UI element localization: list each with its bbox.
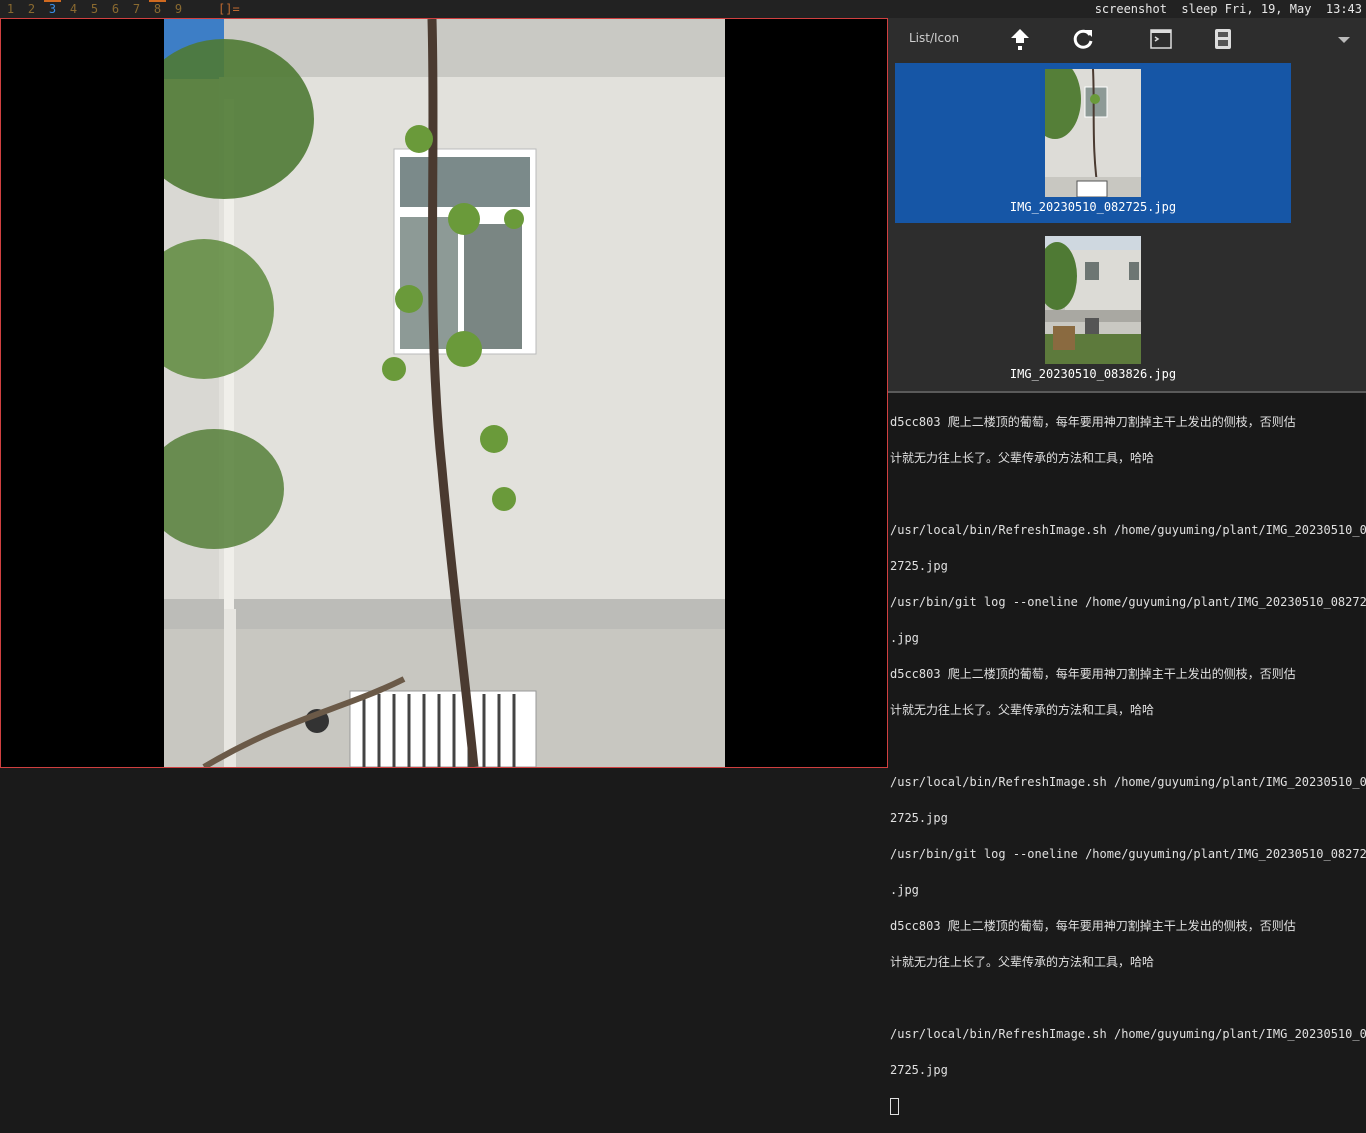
file-item[interactable]: IMG_20230510_082725.jpg bbox=[895, 63, 1291, 223]
refresh-icon[interactable] bbox=[1071, 27, 1095, 51]
photo-image bbox=[164, 19, 725, 767]
terminal-line: .jpg bbox=[890, 631, 919, 645]
tag-4[interactable]: 4 bbox=[63, 0, 84, 18]
terminal-output[interactable]: d5cc803 爬上二楼顶的葡萄，每年要用神刀割掉主干上发出的侧枝，否则估 计就… bbox=[888, 393, 1366, 1115]
terminal-line: ​ bbox=[890, 485, 1364, 503]
go-up-icon[interactable] bbox=[1008, 27, 1032, 51]
tag-5[interactable]: 5 bbox=[84, 0, 105, 18]
terminal-line: 2725.jpg bbox=[890, 559, 948, 573]
tag-6[interactable]: 6 bbox=[105, 0, 126, 18]
chevron-down-icon[interactable] bbox=[1332, 27, 1356, 51]
terminal-line: /usr/bin/git log --oneline /home/guyumin… bbox=[890, 595, 1366, 609]
file-thumbnail bbox=[1045, 69, 1141, 197]
terminal-icon[interactable] bbox=[1149, 27, 1173, 51]
file-name-label: IMG_20230510_083826.jpg bbox=[1009, 367, 1177, 381]
terminal-cursor bbox=[890, 1098, 899, 1115]
tag-3[interactable]: 3 bbox=[42, 0, 63, 18]
terminal-line: /usr/local/bin/RefreshImage.sh /home/guy… bbox=[890, 775, 1366, 789]
terminal-line: /usr/bin/git log --oneline /home/guyumin… bbox=[890, 847, 1366, 861]
file-thumbnail bbox=[1045, 236, 1141, 364]
terminal-line: ​ bbox=[890, 989, 1364, 1007]
layout-indicator[interactable]: []= bbox=[218, 0, 240, 18]
tag-2[interactable]: 2 bbox=[21, 0, 42, 18]
terminal-line: 计就无力往上长了。父辈传承的方法和工具，哈哈 bbox=[890, 451, 1155, 465]
file-manager-panel: List/Icon IMG_20230510_082725.jpg IMG_20… bbox=[888, 18, 1366, 393]
terminal-line: d5cc803 爬上二楼顶的葡萄，每年要用神刀割掉主干上发出的侧枝，否则估 bbox=[890, 667, 1296, 681]
file-manager-toolbar: List/Icon bbox=[888, 18, 1366, 60]
terminal-line: /usr/local/bin/RefreshImage.sh /home/guy… bbox=[890, 1027, 1366, 1041]
file-item[interactable]: IMG_20230510_083826.jpg bbox=[895, 230, 1291, 390]
status-text: screenshot sleep Fri, 19, May 13:43 bbox=[1094, 2, 1362, 16]
file-name-label: IMG_20230510_082725.jpg bbox=[1009, 200, 1177, 214]
image-viewer-window[interactable] bbox=[0, 18, 888, 768]
terminal-line: .jpg bbox=[890, 883, 919, 897]
tag-7[interactable]: 7 bbox=[126, 0, 147, 18]
terminal-prompt[interactable] bbox=[890, 1097, 1364, 1115]
terminal-line: 2725.jpg bbox=[890, 811, 948, 825]
top-bar: 1 2 3 4 5 6 7 8 9 []= screenshot sleep F… bbox=[0, 0, 1366, 18]
tag-8[interactable]: 8 bbox=[147, 0, 168, 18]
save-icon[interactable] bbox=[1211, 27, 1235, 51]
terminal-line: 计就无力往上长了。父辈传承的方法和工具，哈哈 bbox=[890, 703, 1155, 717]
terminal-line: d5cc803 爬上二楼顶的葡萄，每年要用神刀割掉主干上发出的侧枝，否则估 bbox=[890, 415, 1296, 429]
view-mode-toggle[interactable]: List/Icon bbox=[909, 31, 959, 45]
tag-1[interactable]: 1 bbox=[0, 0, 21, 18]
tag-9[interactable]: 9 bbox=[168, 0, 189, 18]
terminal-line: /usr/local/bin/RefreshImage.sh /home/guy… bbox=[890, 523, 1366, 537]
terminal-line: 计就无力往上长了。父辈传承的方法和工具，哈哈 bbox=[890, 955, 1155, 969]
terminal-line: d5cc803 爬上二楼顶的葡萄，每年要用神刀割掉主干上发出的侧枝，否则估 bbox=[890, 919, 1296, 933]
terminal-line: 2725.jpg bbox=[890, 1063, 948, 1077]
terminal-line: ​ bbox=[890, 737, 1364, 755]
